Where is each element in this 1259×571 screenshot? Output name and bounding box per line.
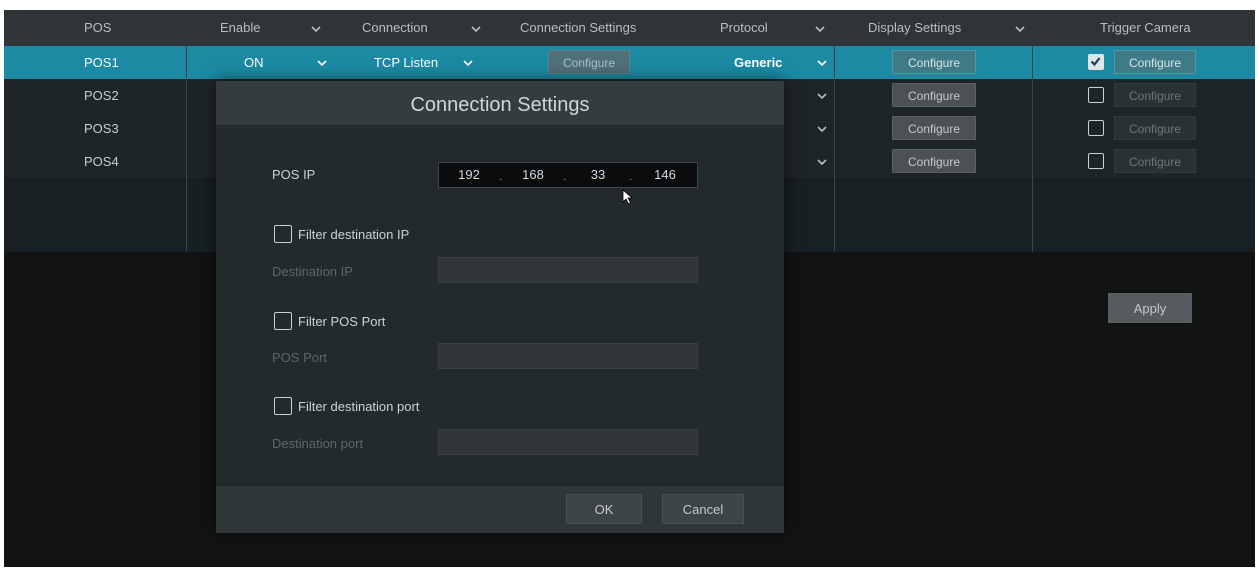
filter-pos-port-label: Filter POS Port: [298, 314, 386, 329]
chevron-down-icon[interactable]: [816, 123, 828, 135]
mouse-pointer-icon: [622, 189, 634, 205]
filter-destination-port-label: Filter destination port: [298, 399, 420, 414]
filter-destination-port-checkbox[interactable]: [274, 397, 292, 415]
table-row[interactable]: POS1 ON TCP Listen Configure Generic Con…: [4, 46, 1255, 79]
dialog-title: Connection Settings: [410, 94, 590, 116]
trigger-configure-button[interactable]: Configure: [1114, 149, 1196, 173]
connection-settings-dialog: Connection Settings POS IP 192 . 168 . 3…: [216, 81, 784, 533]
filter-destination-ip-checkbox[interactable]: [274, 225, 292, 243]
ip-dot: .: [499, 169, 503, 183]
pos-ip-input[interactable]: 192 . 168 . 33 . 146: [438, 162, 698, 188]
protocol-chevron-down-icon[interactable]: [814, 23, 826, 35]
enable-chevron-down-icon[interactable]: [310, 23, 322, 35]
filter-destination-ip-label: Filter destination IP: [298, 227, 410, 242]
chevron-down-icon[interactable]: [316, 57, 328, 69]
ip-octet-3[interactable]: 33: [573, 163, 623, 187]
chevron-down-icon[interactable]: [462, 57, 474, 69]
display-configure-button[interactable]: Configure: [892, 83, 976, 107]
ip-octet-2[interactable]: 168: [509, 163, 557, 187]
pos-name: POS3: [84, 121, 119, 136]
pos-port-label: POS Port: [272, 350, 327, 365]
header-pos: POS: [84, 20, 112, 35]
table-header: POS Enable Connection Connection Setting…: [4, 10, 1255, 46]
header-connection[interactable]: Connection: [362, 10, 428, 46]
destination-port-label: Destination port: [272, 436, 364, 451]
apply-button[interactable]: Apply: [1108, 293, 1192, 323]
trigger-configure-button[interactable]: Configure: [1114, 50, 1196, 74]
column-divider: [186, 46, 187, 252]
trigger-configure-button[interactable]: Configure: [1114, 116, 1196, 140]
header-display-settings[interactable]: Display Settings: [868, 10, 961, 46]
protocol-select[interactable]: Generic: [734, 46, 782, 79]
display-configure-button[interactable]: Configure: [892, 50, 976, 74]
ip-dot: .: [629, 169, 633, 183]
connection-configure-button[interactable]: Configure: [548, 50, 630, 74]
destination-ip-input[interactable]: [438, 257, 698, 283]
header-connection-settings: Connection Settings: [520, 20, 637, 35]
display-configure-button[interactable]: Configure: [892, 149, 976, 173]
connection-chevron-down-icon[interactable]: [470, 23, 482, 35]
chevron-down-icon[interactable]: [816, 57, 828, 69]
header-trigger-camera: Trigger Camera: [1100, 20, 1191, 35]
column-divider: [834, 46, 835, 252]
pos-name: POS2: [84, 88, 119, 103]
ip-octet-1[interactable]: 192: [445, 163, 493, 187]
chevron-down-icon[interactable]: [816, 90, 828, 102]
check-icon: [1090, 57, 1101, 67]
display-configure-button[interactable]: Configure: [892, 116, 976, 140]
filter-pos-port-checkbox[interactable]: [274, 312, 292, 330]
trigger-checkbox[interactable]: [1088, 153, 1104, 169]
display-settings-chevron-down-icon[interactable]: [1014, 23, 1026, 35]
header-protocol[interactable]: Protocol: [720, 10, 768, 46]
pos-port-input[interactable]: [438, 343, 698, 369]
chevron-down-icon[interactable]: [816, 156, 828, 168]
enable-select[interactable]: ON: [244, 46, 264, 79]
trigger-checkbox[interactable]: [1088, 87, 1104, 103]
ok-button[interactable]: OK: [566, 494, 642, 524]
pos-settings-screen: POS Enable Connection Connection Setting…: [4, 10, 1255, 567]
column-divider: [1032, 46, 1033, 252]
trigger-configure-button[interactable]: Configure: [1114, 83, 1196, 107]
pos-ip-label: POS IP: [272, 167, 316, 182]
connection-select[interactable]: TCP Listen: [374, 46, 438, 79]
trigger-checkbox[interactable]: [1088, 54, 1104, 70]
destination-port-input[interactable]: [438, 429, 698, 455]
header-enable[interactable]: Enable: [220, 10, 260, 46]
ip-octet-4[interactable]: 146: [639, 163, 691, 187]
cancel-button[interactable]: Cancel: [662, 494, 744, 524]
destination-ip-label: Destination IP: [272, 264, 353, 279]
ip-dot: .: [563, 169, 567, 183]
pos-name: POS4: [84, 154, 119, 169]
trigger-checkbox[interactable]: [1088, 120, 1104, 136]
pos-name: POS1: [84, 55, 119, 70]
